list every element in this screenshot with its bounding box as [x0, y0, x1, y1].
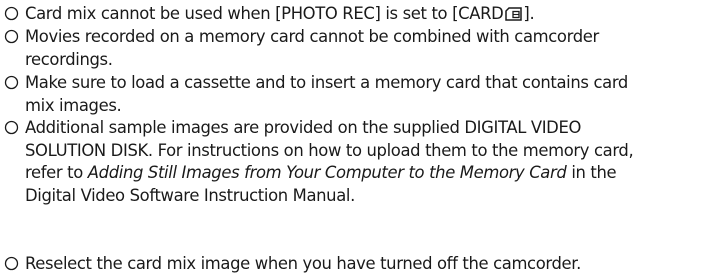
bullet-circle-icon	[4, 3, 25, 26]
note-line: Reselect the card mix image when you hav…	[4, 253, 716, 276]
note-line: Digital Video Software Instruction Manua…	[25, 185, 355, 205]
note-line: recordings.	[25, 49, 113, 69]
note-item: Movies recorded on a memory card cannot …	[4, 26, 716, 71]
note-item: Reselect the card mix image when you hav…	[4, 253, 716, 276]
note-line: SOLUTION DISK. For instructions on how t…	[25, 140, 634, 160]
note-item: Make sure to load a cassette and to inse…	[4, 72, 716, 117]
note-line: refer to Adding Still Images from Your C…	[4, 162, 716, 185]
note-item: Card mix cannot be used when [PHOTO REC]…	[4, 3, 716, 26]
note-text: Additional sample images are provided on…	[25, 118, 582, 137]
bullet-circle-icon	[4, 253, 25, 276]
note-text: in the	[566, 163, 617, 182]
card-icon	[505, 5, 523, 28]
notes-list: Card mix cannot be used when [PHOTO REC]…	[0, 0, 723, 275]
note-line: Additional sample images are provided on…	[4, 117, 716, 140]
manual-section-title: Adding Still Images from Your Computer t…	[87, 163, 567, 182]
note-text: refer to	[25, 163, 88, 182]
note-item: Additional sample images are provided on…	[4, 117, 716, 207]
note-text: Reselect the card mix image when you hav…	[25, 254, 582, 273]
note-text: Card mix cannot be used when [PHOTO REC]…	[25, 4, 504, 23]
bullet-circle-icon	[4, 26, 25, 49]
note-text: Make sure to load a cassette and to inse…	[25, 73, 628, 92]
bullet-circle-icon	[4, 117, 25, 140]
bullet-circle-icon	[4, 72, 25, 95]
note-line: Card mix cannot be used when [PHOTO REC]…	[4, 3, 716, 26]
note-line: Movies recorded on a memory card cannot …	[4, 26, 716, 49]
note-text: Movies recorded on a memory card cannot …	[25, 27, 599, 46]
note-text-end: ].	[523, 4, 535, 23]
note-line: mix images.	[25, 95, 122, 115]
note-line: Make sure to load a cassette and to inse…	[4, 72, 716, 95]
